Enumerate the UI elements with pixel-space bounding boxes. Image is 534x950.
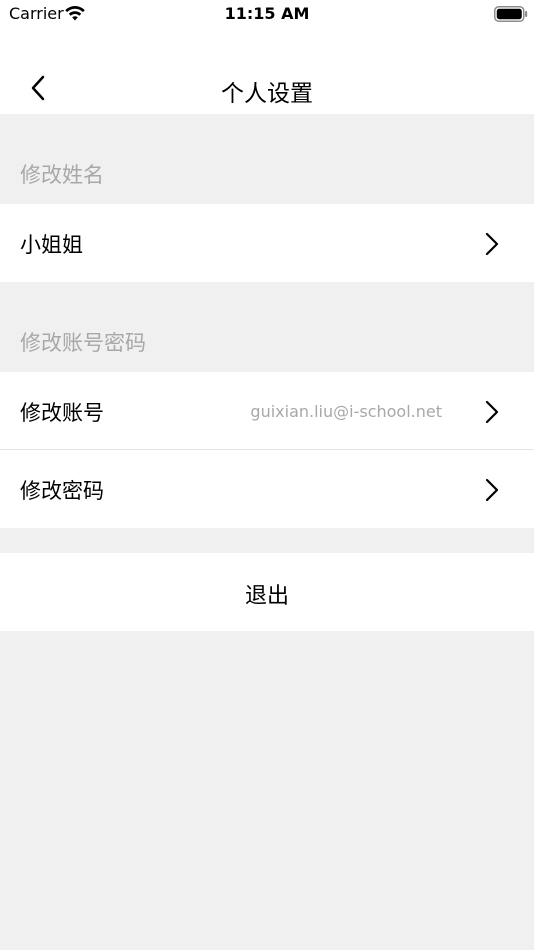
account-email-value: guixian.liu@i-school.net [250,402,442,421]
page-title: 个人设置 [221,81,313,107]
logout-button[interactable]: 退出 [0,553,534,631]
chevron-right-icon [485,232,499,256]
name-row[interactable]: 小姐姐 [0,204,534,282]
name-row-label: 小姐姐 [20,233,83,257]
chevron-right-icon [485,478,499,502]
status-bar: Carrier 11:15 AM [0,0,534,34]
section-header-account: 修改账号密码 [20,331,146,355]
status-time: 11:15 AM [224,4,310,23]
chevron-right-icon [485,400,499,424]
navigation-bar: 个人设置 [0,34,534,114]
section-header-name: 修改姓名 [20,163,104,187]
account-row[interactable]: 修改账号 guixian.liu@i-school.net [0,372,534,450]
logout-label: 退出 [244,584,289,609]
password-row[interactable]: 修改密码 [0,450,534,528]
password-row-label: 修改密码 [20,479,104,503]
battery-icon [494,6,528,22]
account-row-label: 修改账号 [20,401,104,425]
